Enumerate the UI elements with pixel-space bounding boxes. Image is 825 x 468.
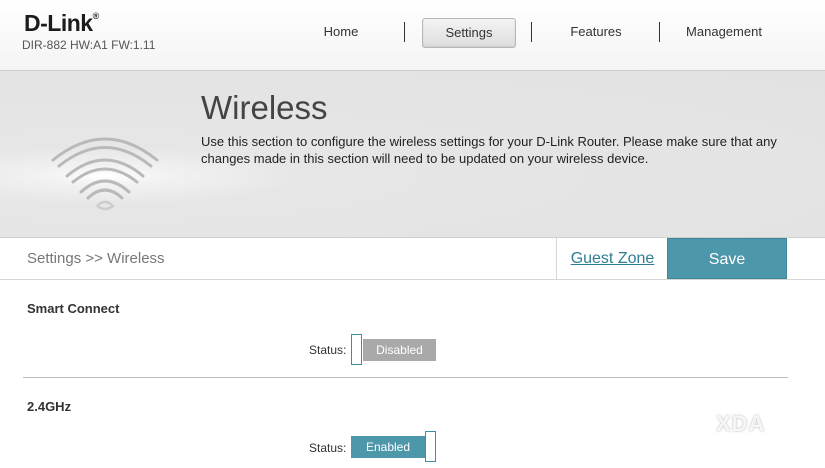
nav-separator	[659, 22, 660, 42]
xda-watermark: XDA	[716, 411, 766, 436]
dlink-logo[interactable]: D-Link®	[24, 10, 99, 37]
nav-management[interactable]: Management	[676, 18, 772, 46]
nav-features[interactable]: Features	[550, 18, 642, 46]
page-hero: Wireless Use this section to configure t…	[0, 71, 825, 238]
toggle-track-text: Enabled	[351, 436, 425, 458]
nav-home[interactable]: Home	[295, 18, 387, 46]
page-title: Wireless	[201, 89, 328, 126]
toggle-knob[interactable]	[351, 334, 362, 365]
save-button[interactable]: Save	[667, 238, 787, 279]
nav-separator	[531, 22, 532, 42]
model-info: DIR-882 HW:A1 FW:1.11	[22, 38, 156, 52]
page-description: Use this section to configure the wirele…	[201, 134, 777, 166]
logo-registered-mark: ®	[92, 11, 100, 21]
section-divider	[23, 377, 788, 378]
band-24ghz-title: 2.4GHz	[27, 399, 72, 414]
toggle-knob[interactable]	[425, 431, 436, 462]
breadcrumb-bar: Settings >> Wireless Guest Zone Save	[0, 238, 825, 280]
top-header: D-Link® DIR-882 HW:A1 FW:1.11 Home Setti…	[0, 0, 825, 71]
nav-settings[interactable]: Settings	[422, 18, 516, 48]
smart-connect-status-label: Status:	[309, 343, 347, 357]
band-24ghz-status-label: Status:	[309, 441, 347, 455]
wifi-icon	[51, 137, 159, 211]
toggle-track-text: Disabled	[363, 339, 436, 361]
smart-connect-title: Smart Connect	[27, 301, 120, 316]
breadcrumb: Settings >> Wireless	[27, 250, 165, 267]
smart-connect-toggle[interactable]: Disabled	[351, 334, 436, 365]
nav-separator	[404, 22, 405, 42]
band-24ghz-toggle[interactable]: Enabled	[351, 431, 436, 462]
guest-zone-link[interactable]: Guest Zone	[556, 238, 668, 279]
logo-text: D-Link	[24, 10, 93, 36]
